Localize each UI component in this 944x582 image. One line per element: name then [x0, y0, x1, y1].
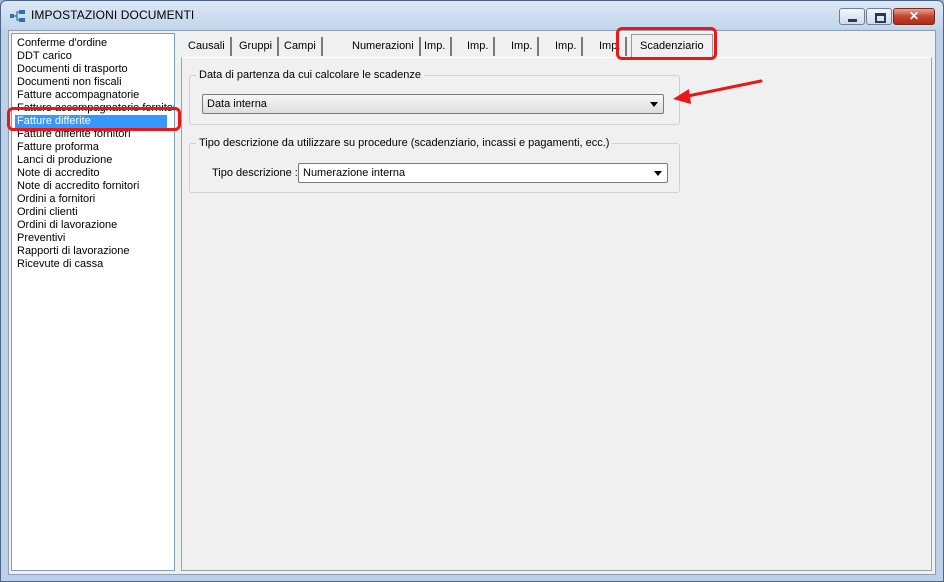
window-title: IMPOSTAZIONI DOCUMENTI: [31, 8, 195, 22]
tab-imp-4[interactable]: Imp. 4: [550, 37, 584, 71]
annotation-box-selected-item: [7, 107, 181, 131]
tab-causali[interactable]: Causali: [183, 37, 232, 56]
list-item[interactable]: Documenti non fiscali: [15, 76, 122, 89]
list-item[interactable]: Preventivi: [15, 232, 65, 245]
caption-buttons: ✕: [838, 8, 935, 25]
annotation-box-active-tab: [616, 27, 717, 60]
data-partenza-value: Data interna: [207, 98, 267, 110]
close-icon: ✕: [908, 9, 920, 23]
close-button[interactable]: ✕: [893, 8, 935, 25]
list-item[interactable]: Fatture accompagnatorie: [15, 89, 139, 102]
list-item[interactable]: Note di accredito fornitori: [15, 180, 139, 193]
tab-imp-2[interactable]: Imp. 2: [462, 37, 496, 71]
annotation-arrow: [673, 79, 763, 104]
app-window: IMPOSTAZIONI DOCUMENTI ✕ Conferme d'ordi…: [0, 0, 944, 582]
maximize-button[interactable]: [866, 8, 892, 25]
group-data-partenza-label: Data di partenza da cui calcolare le sca…: [196, 69, 424, 81]
title-bar[interactable]: IMPOSTAZIONI DOCUMENTI ✕: [1, 1, 943, 29]
list-item[interactable]: Documenti di trasporto: [15, 63, 128, 76]
list-item[interactable]: Conferme d'ordine: [15, 37, 107, 50]
tab-panel-scadenziario: Data di partenza da cui calcolare le sca…: [181, 57, 932, 571]
list-item[interactable]: Ordini a fornitori: [15, 193, 95, 206]
chevron-down-icon: [650, 102, 658, 107]
tab-imp-3[interactable]: Imp. 3: [506, 37, 540, 71]
list-item[interactable]: Fatture proforma: [15, 141, 99, 154]
tab-imp-1[interactable]: Imp. 1: [419, 37, 453, 71]
list-item[interactable]: Rapporti di lavorazione: [15, 245, 130, 258]
tab-numerazioni[interactable]: Numerazioni: [347, 37, 421, 56]
list-item[interactable]: Ordini clienti: [15, 206, 78, 219]
group-data-partenza: Data di partenza da cui calcolare le sca…: [189, 69, 680, 125]
list-item[interactable]: Ordini di lavorazione: [15, 219, 117, 232]
list-item[interactable]: DDT carico: [15, 50, 72, 63]
list-item[interactable]: Lanci di produzione: [15, 154, 112, 167]
tab-campi-agg[interactable]: Campi agg.: [279, 37, 323, 71]
group-tipo-descrizione-label: Tipo descrizione da utilizzare su proced…: [196, 137, 613, 149]
data-partenza-select[interactable]: Data interna: [202, 94, 664, 114]
minimize-button[interactable]: [839, 8, 865, 25]
list-item[interactable]: Ricevute di cassa: [15, 258, 103, 271]
document-tree-icon: [10, 10, 25, 22]
chevron-down-icon: [654, 171, 662, 176]
tab-gruppi[interactable]: Gruppi: [234, 37, 280, 56]
list-item[interactable]: Note di accredito: [15, 167, 100, 180]
group-tipo-descrizione: Tipo descrizione da utilizzare su proced…: [189, 137, 680, 193]
tipo-descrizione-value: Numerazione interna: [303, 167, 406, 179]
tipo-descrizione-label: Tipo descrizione :: [212, 167, 298, 179]
tipo-descrizione-select[interactable]: Numerazione interna: [298, 163, 668, 183]
